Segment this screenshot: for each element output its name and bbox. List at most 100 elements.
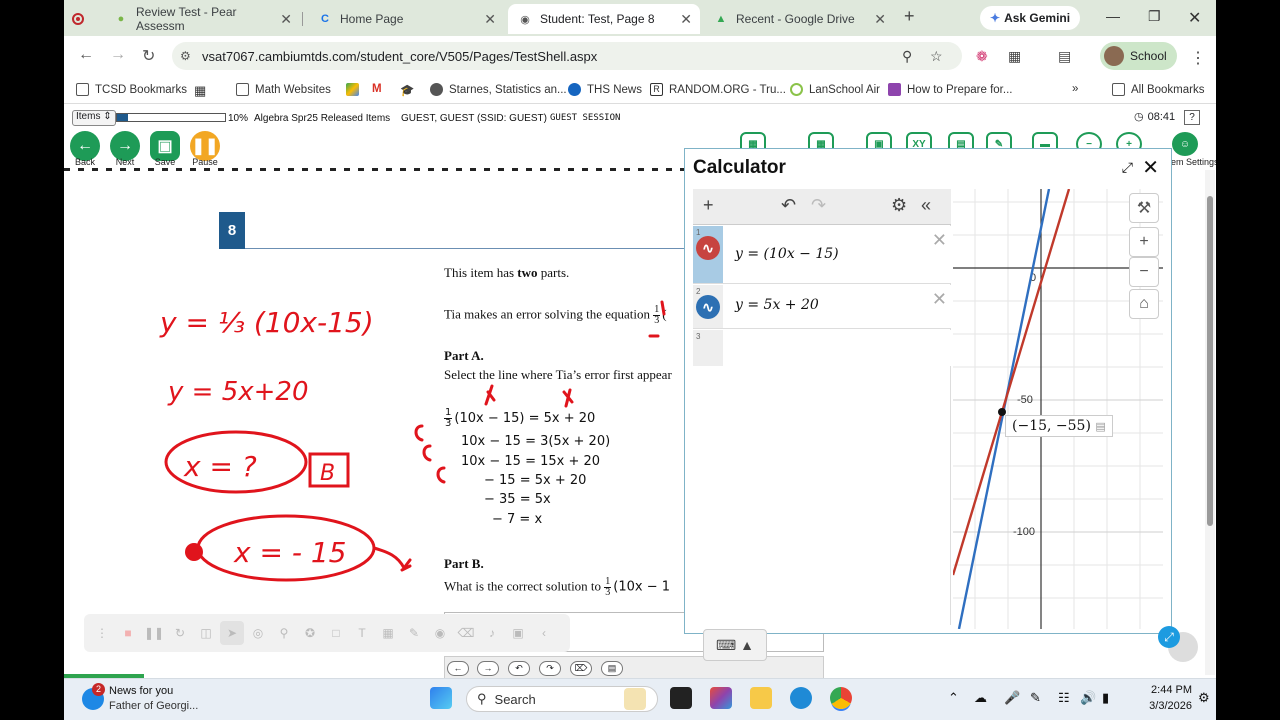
clipchamp-icon[interactable]	[624, 688, 646, 710]
tab-google-drive[interactable]: ▲ Recent - Google Drive ✕	[704, 4, 894, 34]
classroom-icon[interactable]: 🎓	[400, 83, 414, 97]
tab-student-test[interactable]: ◉ Student: Test, Page 8 ✕	[508, 4, 700, 34]
reload-icon[interactable]: ↻	[142, 46, 155, 66]
tray-volume-icon[interactable]: 🔊	[1080, 690, 1096, 706]
menu-kebab-icon[interactable]: ⋮	[1190, 48, 1206, 68]
edge-icon[interactable]	[790, 687, 812, 709]
color-icon[interactable]: ◉	[428, 621, 452, 645]
close-calculator-icon[interactable]: ✕	[1142, 155, 1159, 180]
windows-start-icon[interactable]	[430, 687, 452, 709]
zoom-in-button[interactable]: +	[1129, 227, 1159, 257]
extensions-puzzle-icon[interactable]: ▦	[1008, 48, 1021, 65]
step-5[interactable]: − 35 = 5x	[484, 492, 551, 507]
bookmark-tcsd[interactable]: TCSD Bookmarks	[76, 83, 187, 96]
spotlight-icon[interactable]: ◎	[246, 621, 270, 645]
all-bookmarks[interactable]: All Bookmarks	[1112, 83, 1205, 96]
tray-time[interactable]: 2:44 PM	[1136, 684, 1192, 696]
copy-icon[interactable]: ▤	[1095, 420, 1105, 433]
mic-off-icon[interactable]: ♪	[480, 621, 504, 645]
help-button[interactable]: ?	[1184, 110, 1200, 125]
clipboard-button[interactable]: ▤	[601, 661, 623, 676]
eraser-icon[interactable]: ⌫	[454, 621, 478, 645]
bookmark-math-websites[interactable]: Math Websites	[236, 83, 331, 96]
bookmark-starnes[interactable]: Starnes, Statistics an...	[430, 83, 567, 96]
add-expression-icon[interactable]: +	[703, 195, 714, 216]
pen-icon[interactable]: ✎	[402, 621, 426, 645]
redo-button[interactable]: ↷	[539, 661, 561, 676]
zoom-icon[interactable]: ⚲	[902, 48, 912, 65]
tray-date[interactable]: 3/3/2026	[1136, 700, 1192, 712]
step-4[interactable]: − 15 = 5x + 20	[484, 473, 586, 488]
site-info-icon[interactable]: ⚙	[180, 49, 191, 63]
close-tab-icon[interactable]: ✕	[874, 11, 886, 28]
google-drive-icon[interactable]	[346, 83, 365, 96]
news-subtitle[interactable]: Father of Georgi...	[109, 700, 198, 712]
undo-icon[interactable]: ↶	[781, 195, 796, 216]
expand-icon[interactable]: ⤢	[1122, 159, 1133, 176]
profile-button[interactable]: School	[1100, 42, 1177, 70]
point-label[interactable]: (−15, −55) ▤	[1005, 415, 1113, 437]
ask-gemini-button[interactable]: ✦ Ask Gemini	[980, 6, 1081, 30]
tab-review-test[interactable]: ● Review Test - Pear Assessm ✕	[104, 4, 300, 34]
step-3[interactable]: 10x − 15 = 15x + 20	[461, 454, 600, 469]
notification-icon[interactable]: ⚙	[1198, 690, 1210, 706]
settings-gear-icon[interactable]: ⚙	[891, 195, 907, 216]
graph-area[interactable]: 0 -50 -100 ⚒ + − ⌂ (−15, −55) ▤	[953, 189, 1163, 629]
zoom-out-button[interactable]: −	[1129, 257, 1159, 287]
address-bar[interactable]: vsat7067.cambiumtds.com/student_core/V50…	[172, 42, 962, 70]
collapse-icon[interactable]: ‹	[532, 621, 556, 645]
camera-icon[interactable]: ▣	[506, 621, 530, 645]
magnify-icon[interactable]: ⚲	[272, 621, 296, 645]
apps-grid-icon[interactable]: ▦	[194, 83, 206, 99]
collapse-panel-icon[interactable]: «	[921, 195, 931, 216]
tray-pen-icon[interactable]: ✎	[1030, 690, 1041, 706]
extension-icon[interactable]: ❁	[976, 48, 988, 65]
gmail-icon[interactable]: M	[372, 83, 382, 95]
restore-button[interactable]: ❐	[1148, 8, 1161, 25]
chrome-icon[interactable]	[830, 687, 852, 709]
delete-button[interactable]: ⌦	[570, 661, 592, 676]
close-window-button[interactable]: ✕	[1188, 8, 1201, 28]
red-line-icon[interactable]: ∿	[696, 236, 720, 260]
record-icon[interactable]	[72, 4, 84, 34]
laser-icon[interactable]: ✪	[298, 621, 322, 645]
blue-line-icon[interactable]: ∿	[696, 295, 720, 319]
undo-button[interactable]: ↶	[508, 661, 530, 676]
graph-settings-wrench-icon[interactable]: ⚒	[1129, 193, 1159, 223]
news-title[interactable]: News for you	[109, 685, 173, 697]
step-2[interactable]: 10x − 15 = 3(5x + 20)	[461, 434, 610, 449]
expression-row-2[interactable]: 2 ∿ y = 5x + 20 ✕	[693, 285, 951, 329]
stop-icon[interactable]: ■	[116, 621, 140, 645]
tab-search-icon[interactable]: ▤	[1058, 48, 1071, 65]
crop-icon[interactable]: □	[324, 621, 348, 645]
expression-row-3[interactable]: 3	[693, 330, 951, 366]
task-view-icon[interactable]	[670, 687, 692, 709]
close-tab-icon[interactable]: ✕	[484, 11, 496, 28]
items-dropdown[interactable]: Items ⇕	[72, 110, 116, 126]
file-explorer-icon[interactable]	[750, 687, 772, 709]
text-icon[interactable]: T	[350, 621, 374, 645]
back-arrow-icon[interactable]: ←	[78, 46, 94, 64]
home-icon[interactable]: ⌂	[1129, 289, 1159, 319]
bookmark-lanschool[interactable]: LanSchool Air	[790, 83, 880, 96]
bookmark-random-org[interactable]: R RANDOM.ORG - Tru...	[650, 83, 786, 96]
bookmark-star-icon[interactable]: ☆	[930, 48, 943, 65]
close-tab-icon[interactable]: ✕	[680, 11, 692, 28]
scrollbar-thumb[interactable]	[1207, 196, 1213, 526]
tray-battery-icon[interactable]: ▮	[1102, 690, 1109, 706]
pointer-icon[interactable]: ➤	[220, 621, 244, 645]
redo-icon[interactable]: ↷	[811, 195, 826, 216]
tray-wifi-icon[interactable]: ☷	[1058, 690, 1070, 706]
left-arrow-button[interactable]: ←	[447, 661, 469, 676]
grid-icon[interactable]: ▦	[376, 621, 400, 645]
new-tab-button[interactable]: +	[904, 6, 915, 27]
forward-arrow-icon[interactable]: →	[110, 46, 126, 64]
more-bookmarks-icon[interactable]: »	[1072, 83, 1078, 95]
bookmark-ths-news[interactable]: THS News	[568, 83, 642, 96]
tray-cloud-icon[interactable]: ☁	[974, 690, 987, 706]
fullscreen-icon[interactable]: ⤢	[1158, 626, 1180, 648]
close-tab-icon[interactable]: ✕	[280, 11, 292, 28]
expression-1[interactable]: y = (10x − 15)	[735, 246, 839, 262]
right-arrow-button[interactable]: →	[477, 661, 499, 676]
tray-mic-icon[interactable]: 🎤	[1004, 690, 1020, 706]
